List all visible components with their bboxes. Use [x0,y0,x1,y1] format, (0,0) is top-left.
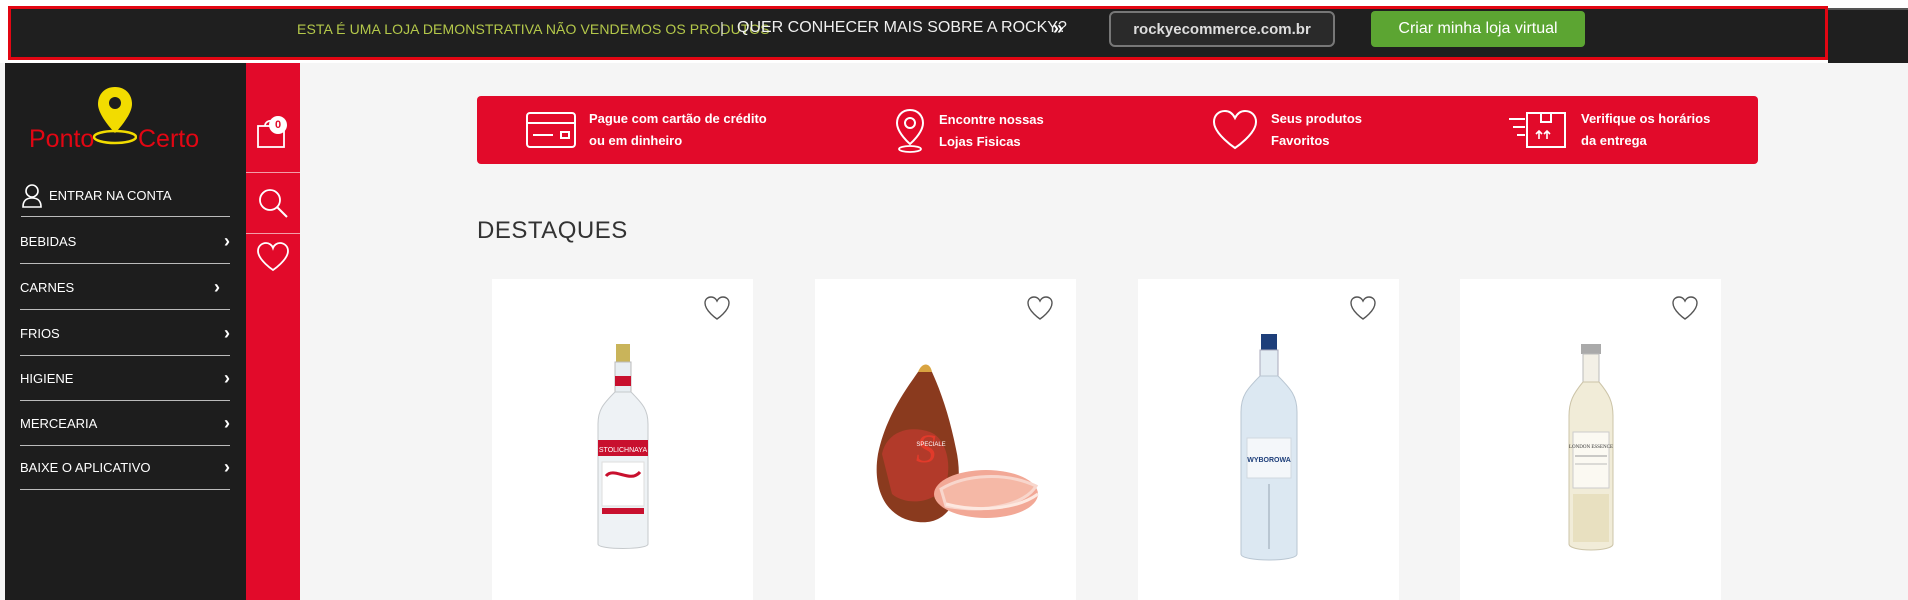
menu-item-carnes[interactable]: CARNES › [20,266,230,310]
benefit-payment[interactable]: Pague com cartão de crédito ou em dinhei… [525,108,767,152]
product-card[interactable]: LONDON ESSENCE [1460,279,1721,600]
map-pin-icon [93,87,137,145]
sidebar: Ponto Certo ENTRAR NA CONTA BEBIDAS › CA… [5,63,246,600]
icon-rail: 0 [246,63,300,600]
heart-icon[interactable] [1671,295,1699,321]
svg-text:S: S [916,426,936,471]
rail-divider [246,233,300,234]
banner-edge [1828,8,1908,63]
chevron-right-icon: › [224,413,230,433]
benefit-line2: Lojas Fisicas [939,134,1021,149]
demo-banner: ESTA É UMA LOJA DEMONSTRATIVA NÃO VENDEM… [0,0,1908,63]
menu-item-higiene[interactable]: HIGIENE › [20,357,230,401]
benefit-favorites[interactable]: Seus produtos Favoritos [1211,108,1362,152]
double-chevron-icon: » [1053,18,1063,38]
benefit-line1: Encontre nossas [939,112,1044,127]
benefit-line2: Favoritos [1271,133,1330,148]
chevron-right-icon: › [224,368,230,388]
chevron-right-icon: › [224,231,230,251]
benefit-line2: da entrega [1581,133,1647,148]
heart-icon[interactable] [255,241,291,273]
demo-notice-text: ESTA É UMA LOJA DEMONSTRATIVA NÃO VENDEM… [297,21,770,37]
product-image[interactable]: LONDON ESSENCE [1460,329,1721,569]
ham-image: S SPECIALE [876,364,1039,523]
section-title: DESTAQUES [477,217,628,244]
location-pin-icon [895,108,925,153]
benefit-text: Seus produtos Favoritos [1271,108,1362,152]
benefit-line2: ou em dinheiro [589,133,683,148]
benefit-stores[interactable]: Encontre nossas Lojas Fisicas [893,108,1044,154]
chevron-right-icon: › [224,323,230,343]
store-logo[interactable]: Ponto Certo [25,85,215,155]
product-image[interactable]: WYBOROWA [1138,329,1399,569]
benefit-line1: Pague com cartão de crédito [589,111,767,126]
benefits-bar: Pague com cartão de crédito ou em dinhei… [477,96,1758,164]
product-brand-text: STOLICHNAYA [598,447,647,454]
delivery-box-icon [1509,112,1566,148]
vodka-bottle-2-image: WYBOROWA [1240,334,1297,561]
benefit-text: Encontre nossas Lojas Fisicas [939,109,1044,153]
menu-item-frios[interactable]: FRIOS › [20,312,230,356]
chevron-right-icon: › [224,457,230,477]
menu-item-label: FRIOS [20,326,60,341]
menu-item-label: BEBIDAS [20,234,77,249]
benefit-line1: Seus produtos [1271,111,1363,126]
create-store-button[interactable]: Criar minha loja virtual [1371,11,1585,47]
heart-icon [1212,109,1258,150]
menu-item-bebidas[interactable]: BEBIDAS › [20,220,230,264]
benefit-delivery[interactable]: Verifique os horários da entrega [1507,108,1710,152]
benefit-text: Pague com cartão de crédito ou em dinhei… [589,108,767,152]
vodka-bottle-image: STOLICHNAYA [597,344,648,549]
menu-item-mercearia[interactable]: MERCEARIA › [20,402,230,446]
banner-separator: | [720,20,724,37]
heart-icon[interactable] [1026,295,1054,321]
benefit-text: Verifique os horários da entrega [1581,108,1710,152]
search-icon[interactable] [257,187,289,219]
product-card[interactable]: S SPECIALE [815,279,1076,600]
menu-item-label: CARNES [20,280,75,295]
rocky-question-text: QUER CONHECER MAIS SOBRE A ROCKY? [737,19,1067,36]
tonic-bottle-image: LONDON ESSENCE [1568,344,1613,551]
chevron-right-icon: › [214,277,220,297]
menu-item-label: MERCEARIA [20,416,98,431]
logo-word-ponto: Ponto [29,125,95,153]
page: ESTA É UMA LOJA DEMONSTRATIVA NÃO VENDEM… [0,0,1908,600]
credit-card-icon [526,112,576,148]
user-icon [22,183,42,208]
menu-item-label: BAIXE O APLICATIVO [20,460,151,475]
menu-item-label: HIGIENE [20,371,74,386]
login-label: ENTRAR NA CONTA [49,188,172,203]
login-link[interactable]: ENTRAR NA CONTA [21,175,230,217]
menu-item-app[interactable]: BAIXE O APLICATIVO › [20,446,230,490]
logo-word-certo: Certo [138,125,200,153]
product-card[interactable]: STOLICHNAYA [492,279,753,600]
rail-divider [246,172,300,173]
heart-icon[interactable] [1349,295,1377,321]
cart-count-badge: 0 [269,116,287,134]
heart-icon[interactable] [703,295,731,321]
product-image[interactable]: STOLICHNAYA [492,329,753,569]
product-brand-text: WYBOROWA [1247,457,1291,464]
product-brand-text: LONDON ESSENCE [1568,445,1612,450]
benefit-line1: Verifique os horários [1581,111,1711,126]
rocky-url-button[interactable]: rockyecommerce.com.br [1109,11,1335,47]
product-image[interactable]: S SPECIALE [815,329,1076,569]
product-card[interactable]: WYBOROWA [1138,279,1399,600]
product-brand-text: SPECIALE [916,442,945,448]
